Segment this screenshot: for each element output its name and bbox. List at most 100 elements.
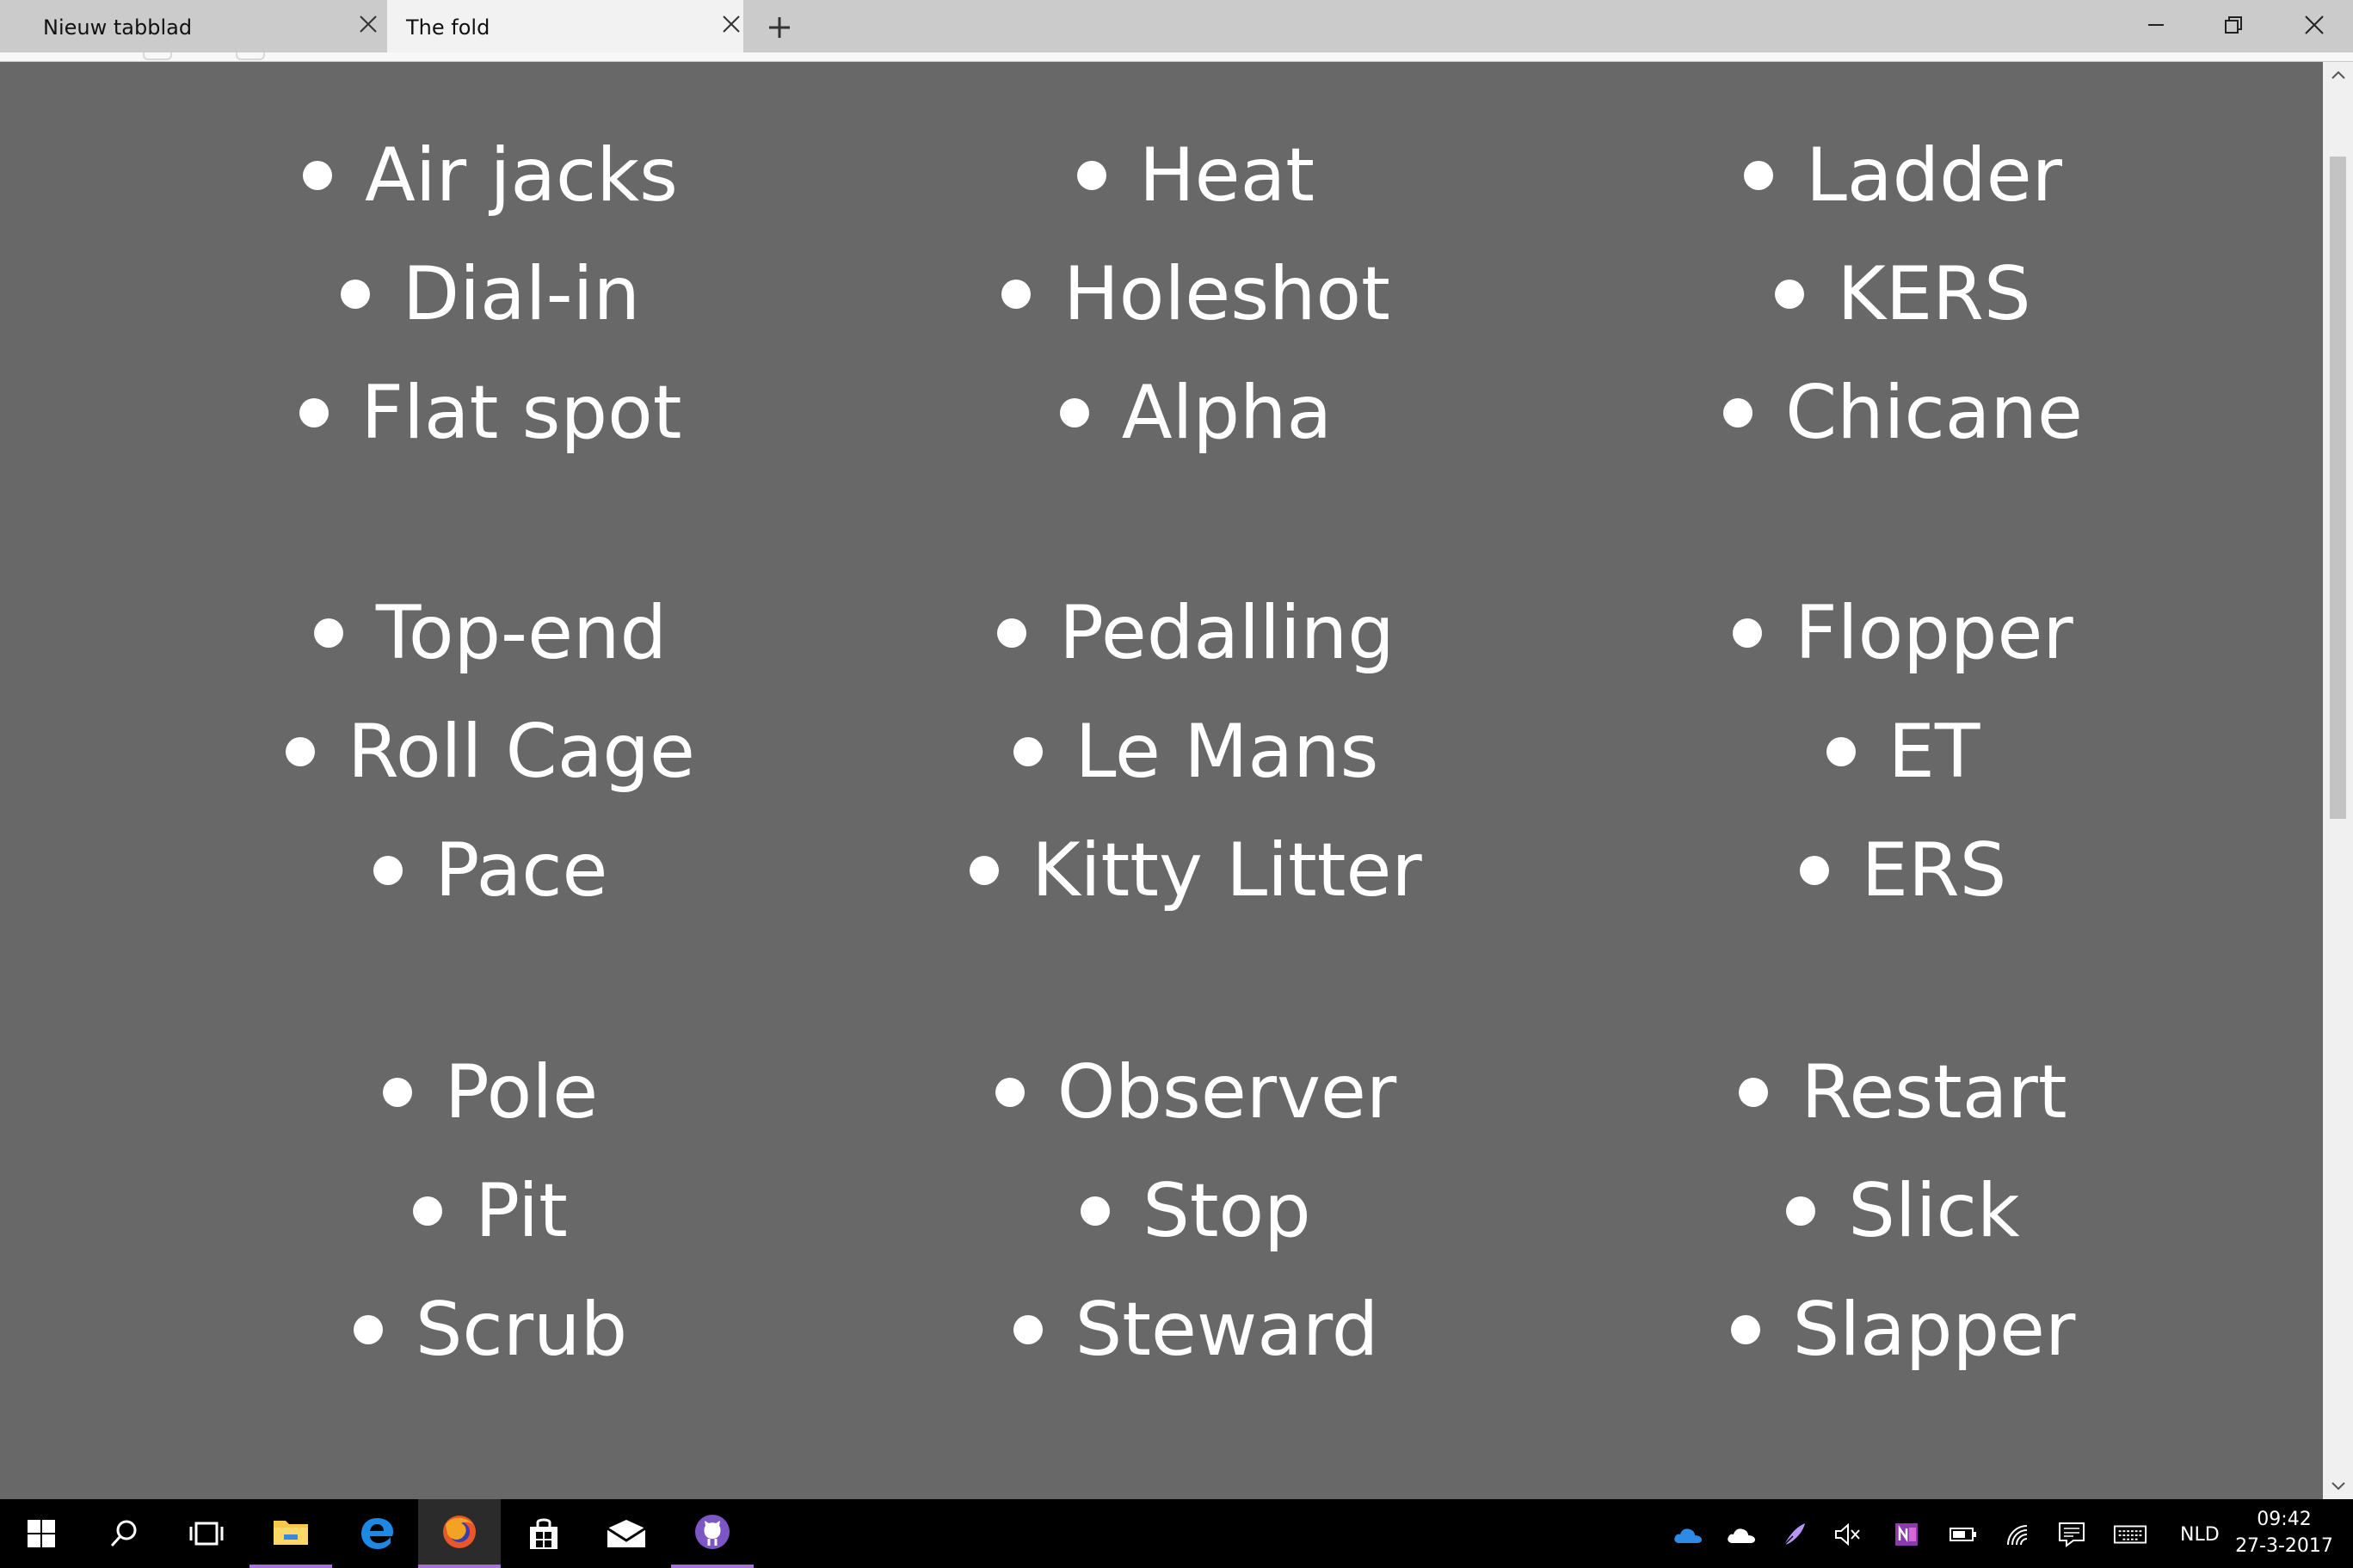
plus-icon bbox=[769, 17, 790, 38]
tab-the-fold[interactable]: The fold bbox=[387, 0, 743, 52]
list-item-text: Holeshot bbox=[1063, 251, 1390, 337]
list-item-text: Le Mans bbox=[1075, 709, 1379, 795]
pen-icon[interactable] bbox=[1777, 1518, 1812, 1551]
toolbar-strip bbox=[0, 52, 2353, 62]
firefox-button[interactable] bbox=[418, 1499, 501, 1568]
mail-icon bbox=[607, 1520, 646, 1547]
restore-button[interactable] bbox=[2216, 10, 2251, 40]
bullet-icon bbox=[1743, 161, 1773, 190]
list-item-text: Pole bbox=[444, 1049, 599, 1135]
tab-title: Nieuw tabblad bbox=[43, 15, 193, 40]
search-button[interactable] bbox=[83, 1499, 165, 1568]
firefox-icon bbox=[443, 1516, 476, 1548]
close-tab-icon[interactable] bbox=[356, 12, 380, 36]
list-item: Stop bbox=[817, 1151, 1574, 1271]
battery-icon[interactable] bbox=[1946, 1518, 1980, 1551]
list-item: Kitty Litter bbox=[817, 810, 1574, 931]
edge-icon bbox=[361, 1518, 393, 1549]
list-item-text: Observer bbox=[1056, 1049, 1397, 1135]
scroll-down-arrow-icon[interactable] bbox=[2323, 1473, 2353, 1499]
bullet-icon bbox=[1786, 1196, 1816, 1226]
list-item: ET bbox=[1525, 692, 2282, 812]
list-item-text: Slapper bbox=[1792, 1287, 2076, 1373]
list-item: Flat spot bbox=[112, 353, 869, 473]
list-item: KERS bbox=[1525, 234, 2282, 354]
list-item: Scrub bbox=[112, 1270, 869, 1390]
list-item-text: Heat bbox=[1139, 132, 1315, 218]
list-item: Flopper bbox=[1525, 573, 2282, 693]
list-item: Alpha bbox=[817, 353, 1574, 473]
bullet-icon bbox=[1013, 1315, 1043, 1344]
toolbar-handle[interactable] bbox=[236, 52, 265, 60]
tab-title: The fold bbox=[406, 15, 490, 40]
list-item: Air jacks bbox=[112, 115, 869, 236]
bullet-icon bbox=[353, 1315, 383, 1344]
bullet-icon bbox=[313, 618, 343, 648]
close-window-button[interactable] bbox=[2297, 10, 2331, 40]
bullet-icon bbox=[286, 737, 316, 766]
clock[interactable]: 09:42 27-3-2017 bbox=[2220, 1506, 2349, 1559]
tab-nieuw-tabblad[interactable]: Nieuw tabblad bbox=[24, 0, 380, 52]
bullet-icon bbox=[299, 398, 329, 427]
list-item: Pole bbox=[112, 1032, 869, 1153]
list-item: Dial-in bbox=[112, 234, 869, 354]
start-button[interactable] bbox=[0, 1499, 83, 1568]
github-icon bbox=[695, 1515, 730, 1549]
list-item-text: Steward bbox=[1075, 1287, 1379, 1373]
list-item-text: Ladder bbox=[1805, 132, 2063, 218]
list-item: Slapper bbox=[1525, 1270, 2282, 1390]
wifi-icon[interactable] bbox=[2001, 1518, 2036, 1551]
list-item-text: Alpha bbox=[1121, 370, 1333, 456]
restore-icon bbox=[2225, 16, 2242, 34]
list-item-text: Pace bbox=[434, 827, 608, 913]
list-item-text: Flat spot bbox=[360, 370, 682, 456]
clock-date: 27-3-2017 bbox=[2235, 1535, 2333, 1557]
scrollbar-thumb[interactable] bbox=[2330, 157, 2346, 819]
volume-muted-icon[interactable] bbox=[1831, 1518, 1865, 1551]
bullet-icon bbox=[1826, 737, 1856, 766]
close-tab-icon[interactable] bbox=[719, 12, 743, 36]
minimize-button[interactable] bbox=[2139, 10, 2173, 40]
task-view-button[interactable] bbox=[165, 1499, 248, 1568]
list-item-text: Stop bbox=[1143, 1168, 1311, 1254]
bullet-icon bbox=[1081, 1196, 1111, 1226]
onedrive-icon[interactable] bbox=[1671, 1518, 1705, 1551]
file-explorer-button[interactable] bbox=[249, 1499, 332, 1568]
bullet-icon bbox=[413, 1196, 443, 1226]
list-item: Pit bbox=[112, 1151, 869, 1271]
keyboard-icon[interactable] bbox=[2113, 1518, 2147, 1551]
list-item-text: Scrub bbox=[415, 1287, 628, 1373]
file-explorer-icon bbox=[274, 1521, 308, 1545]
list-item-text: Top-end bbox=[375, 590, 668, 676]
minimize-icon bbox=[2148, 24, 2164, 26]
store-icon bbox=[530, 1518, 557, 1549]
taskbar: NLD 09:42 27-3-2017 bbox=[0, 1499, 2353, 1568]
language-indicator[interactable]: NLD bbox=[2180, 1524, 2220, 1546]
list-item: Restart bbox=[1525, 1032, 2282, 1153]
bullet-icon bbox=[1799, 856, 1829, 885]
clock-time: 09:42 bbox=[2257, 1509, 2312, 1530]
toolbar-handle[interactable] bbox=[143, 52, 172, 60]
github-button[interactable] bbox=[671, 1499, 754, 1568]
search-icon bbox=[110, 1520, 137, 1547]
bullet-icon bbox=[1077, 161, 1106, 190]
store-button[interactable] bbox=[502, 1499, 585, 1568]
edge-button[interactable] bbox=[336, 1499, 418, 1568]
list-item-text: KERS bbox=[1837, 251, 2031, 337]
mail-button[interactable] bbox=[585, 1499, 668, 1568]
cloud-icon[interactable] bbox=[1724, 1518, 1759, 1551]
action-center-icon[interactable] bbox=[2054, 1518, 2089, 1551]
page-content: Air jacks Dial-in Flat spot Heat Holeshot Alp… bbox=[0, 62, 2323, 1499]
list-item: Chicane bbox=[1525, 353, 2282, 473]
bullet-icon bbox=[995, 1078, 1025, 1107]
bullet-icon bbox=[382, 1078, 412, 1107]
new-tab-button[interactable] bbox=[764, 14, 795, 41]
scroll-up-arrow-icon[interactable] bbox=[2323, 62, 2353, 88]
onenote-icon[interactable] bbox=[1889, 1518, 1924, 1551]
list-item: Ladder bbox=[1525, 115, 2282, 236]
vertical-scrollbar[interactable] bbox=[2323, 62, 2353, 1499]
list-item-text: Pedalling bbox=[1059, 590, 1395, 676]
list-item: Steward bbox=[817, 1270, 1574, 1390]
list-item-text: Chicane bbox=[1785, 370, 2083, 456]
list-item: Slick bbox=[1525, 1151, 2282, 1271]
